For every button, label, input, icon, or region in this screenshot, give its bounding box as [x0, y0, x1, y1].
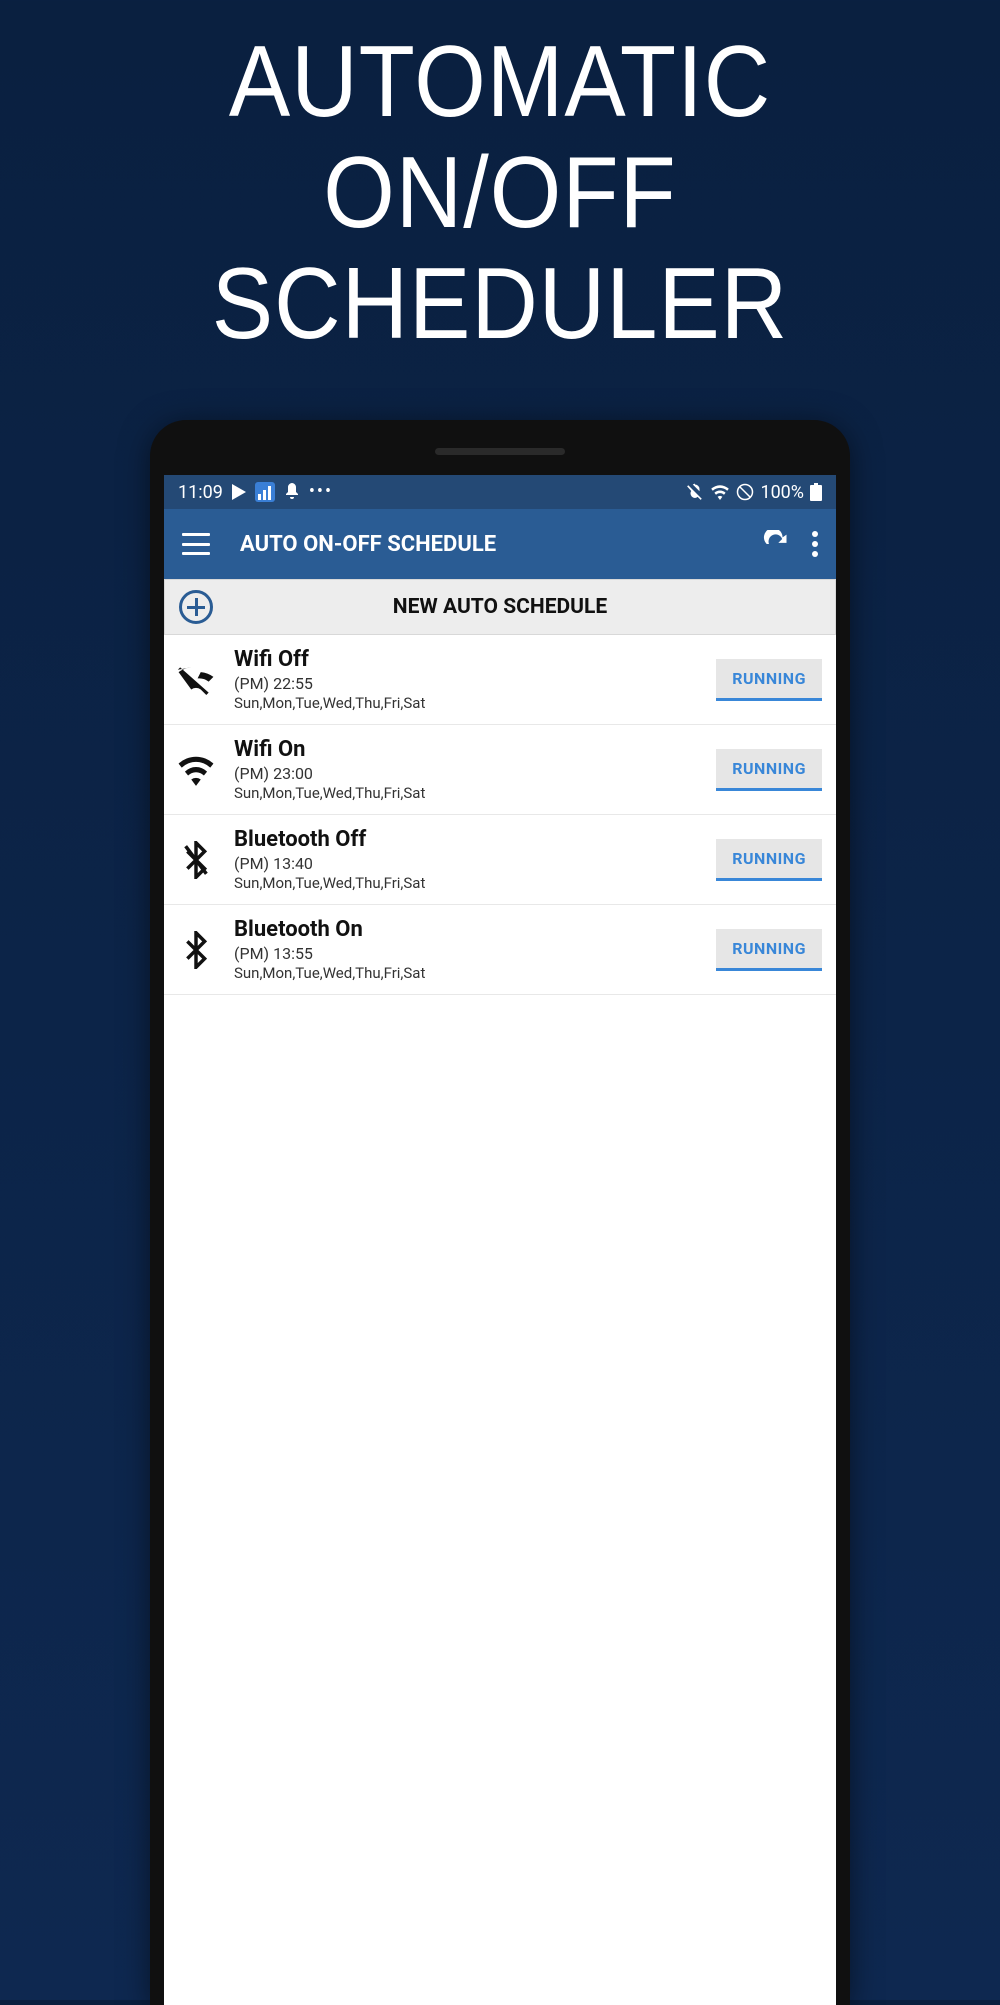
schedule-days: Sun,Mon,Tue,Wed,Thu,Fri,Sat	[234, 784, 716, 802]
marketing-line: AUTOMATIC	[0, 27, 1000, 138]
status-badge[interactable]: RUNNING	[716, 839, 822, 881]
schedule-item[interactable]: Bluetooth Off (PM) 13:40 Sun,Mon,Tue,Wed…	[164, 815, 836, 905]
schedule-info: Bluetooth Off (PM) 13:40 Sun,Mon,Tue,Wed…	[234, 827, 716, 892]
phone-speaker	[435, 448, 565, 455]
battery-percentage: 100%	[760, 482, 804, 503]
refresh-button[interactable]	[762, 530, 790, 558]
status-bar: 11:09 ••• 100%	[164, 475, 836, 509]
bluetooth-on-icon	[172, 926, 220, 974]
new-schedule-label: NEW AUTO SCHEDULE	[165, 595, 835, 619]
schedule-item[interactable]: Wifi Off (PM) 22:55 Sun,Mon,Tue,Wed,Thu,…	[164, 635, 836, 725]
status-badge[interactable]: RUNNING	[716, 659, 822, 701]
schedule-title: Wifi Off	[234, 647, 716, 672]
wifi-on-icon	[172, 746, 220, 794]
phone-screen: 11:09 ••• 100% AUTO ON-OFF SCHEDULE	[164, 475, 836, 2005]
marketing-headline: AUTOMATIC ON/OFF SCHEDULER	[0, 0, 1000, 361]
schedule-days: Sun,Mon,Tue,Wed,Thu,Fri,Sat	[234, 964, 716, 982]
app-notif-icon	[284, 483, 300, 501]
schedule-title: Bluetooth On	[234, 917, 716, 942]
vibrate-mute-icon	[686, 483, 704, 501]
status-badge[interactable]: RUNNING	[716, 749, 822, 791]
schedule-item[interactable]: Wifi On (PM) 23:00 Sun,Mon,Tue,Wed,Thu,F…	[164, 725, 836, 815]
schedule-title: Bluetooth Off	[234, 827, 716, 852]
no-signal-icon	[736, 483, 754, 501]
status-time: 11:09	[178, 482, 223, 503]
more-notifications-icon: •••	[309, 483, 333, 501]
app-bar: AUTO ON-OFF SCHEDULE	[164, 509, 836, 579]
schedule-item[interactable]: Bluetooth On (PM) 13:55 Sun,Mon,Tue,Wed,…	[164, 905, 836, 995]
bluetooth-off-icon	[172, 836, 220, 884]
schedule-title: Wifi On	[234, 737, 716, 762]
status-right: 100%	[686, 482, 822, 503]
app-title: AUTO ON-OFF SCHEDULE	[240, 532, 762, 557]
schedule-time: (PM) 13:40	[234, 854, 716, 873]
schedule-time: (PM) 22:55	[234, 674, 716, 693]
schedule-list: Wifi Off (PM) 22:55 Sun,Mon,Tue,Wed,Thu,…	[164, 635, 836, 2005]
hamburger-menu-button[interactable]	[182, 533, 210, 555]
analytics-icon	[255, 482, 275, 502]
wifi-icon	[710, 484, 730, 500]
play-store-icon	[232, 484, 246, 500]
more-options-button[interactable]	[812, 531, 818, 557]
schedule-time: (PM) 23:00	[234, 764, 716, 783]
schedule-info: Wifi On (PM) 23:00 Sun,Mon,Tue,Wed,Thu,F…	[234, 737, 716, 802]
schedule-time: (PM) 13:55	[234, 944, 716, 963]
status-left: 11:09 •••	[178, 482, 333, 503]
schedule-info: Bluetooth On (PM) 13:55 Sun,Mon,Tue,Wed,…	[234, 917, 716, 982]
wifi-off-icon	[172, 656, 220, 704]
marketing-line: SCHEDULER	[0, 249, 1000, 360]
status-badge[interactable]: RUNNING	[716, 929, 822, 971]
marketing-line: ON/OFF	[0, 138, 1000, 249]
new-schedule-button[interactable]: NEW AUTO SCHEDULE	[164, 579, 836, 635]
phone-frame: 11:09 ••• 100% AUTO ON-OFF SCHEDULE	[150, 420, 850, 2005]
schedule-info: Wifi Off (PM) 22:55 Sun,Mon,Tue,Wed,Thu,…	[234, 647, 716, 712]
battery-icon	[810, 483, 822, 501]
schedule-days: Sun,Mon,Tue,Wed,Thu,Fri,Sat	[234, 874, 716, 892]
schedule-days: Sun,Mon,Tue,Wed,Thu,Fri,Sat	[234, 694, 716, 712]
